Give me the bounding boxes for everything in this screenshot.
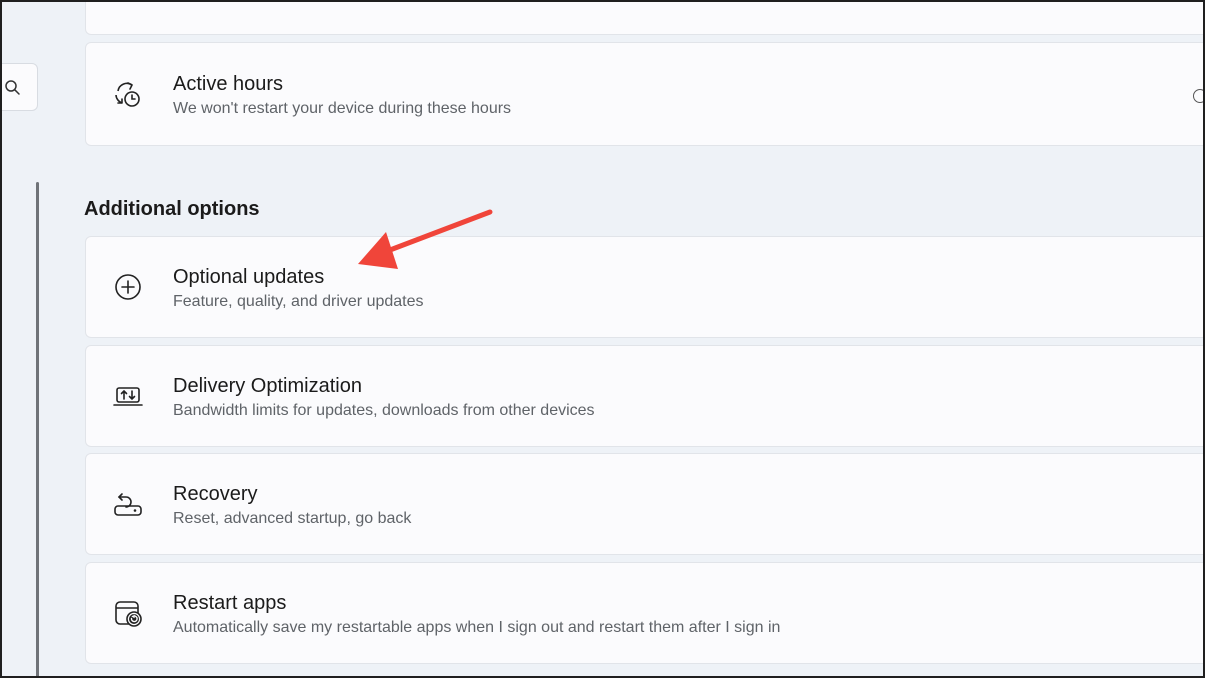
search-box[interactable]: [0, 63, 38, 111]
red-arrow-annotation: [358, 209, 493, 269]
active-hours-toggle-edge[interactable]: [1193, 89, 1205, 103]
optional-updates-title: Optional updates: [173, 266, 325, 288]
active-hours-subtitle: We won't restart your device during thes…: [173, 100, 512, 117]
restart-apps-card[interactable]: Restart apps Automatically save my resta…: [85, 562, 1205, 664]
previous-setting-card[interactable]: [85, 0, 1205, 35]
recovery-title: Recovery: [173, 483, 258, 505]
delivery-optimization-title: Delivery Optimization: [173, 375, 362, 397]
active-hours-title: Active hours: [173, 73, 284, 95]
restart-apps-subtitle: Automatically save my restartable apps w…: [173, 619, 781, 636]
plus-circle-icon: [112, 271, 144, 303]
search-icon[interactable]: [4, 79, 22, 97]
navigation-rail: [36, 182, 39, 678]
section-title-additional-options: Additional options: [84, 198, 260, 220]
recovery-subtitle: Reset, advanced startup, go back: [173, 510, 412, 527]
recovery-card[interactable]: Recovery Reset, advanced startup, go bac…: [85, 453, 1205, 555]
restart-apps-title: Restart apps: [173, 592, 287, 614]
delivery-optimization-icon: [112, 380, 144, 412]
recovery-icon: [112, 488, 144, 520]
clock-sync-icon: [112, 79, 144, 111]
active-hours-card[interactable]: Active hours We won't restart your devic…: [85, 42, 1205, 146]
optional-updates-card[interactable]: Optional updates Feature, quality, and d…: [85, 236, 1205, 338]
delivery-optimization-card[interactable]: Delivery Optimization Bandwidth limits f…: [85, 345, 1205, 447]
restart-apps-icon: [112, 597, 144, 629]
delivery-optimization-subtitle: Bandwidth limits for updates, downloads …: [173, 402, 595, 419]
optional-updates-subtitle: Feature, quality, and driver updates: [173, 293, 424, 310]
